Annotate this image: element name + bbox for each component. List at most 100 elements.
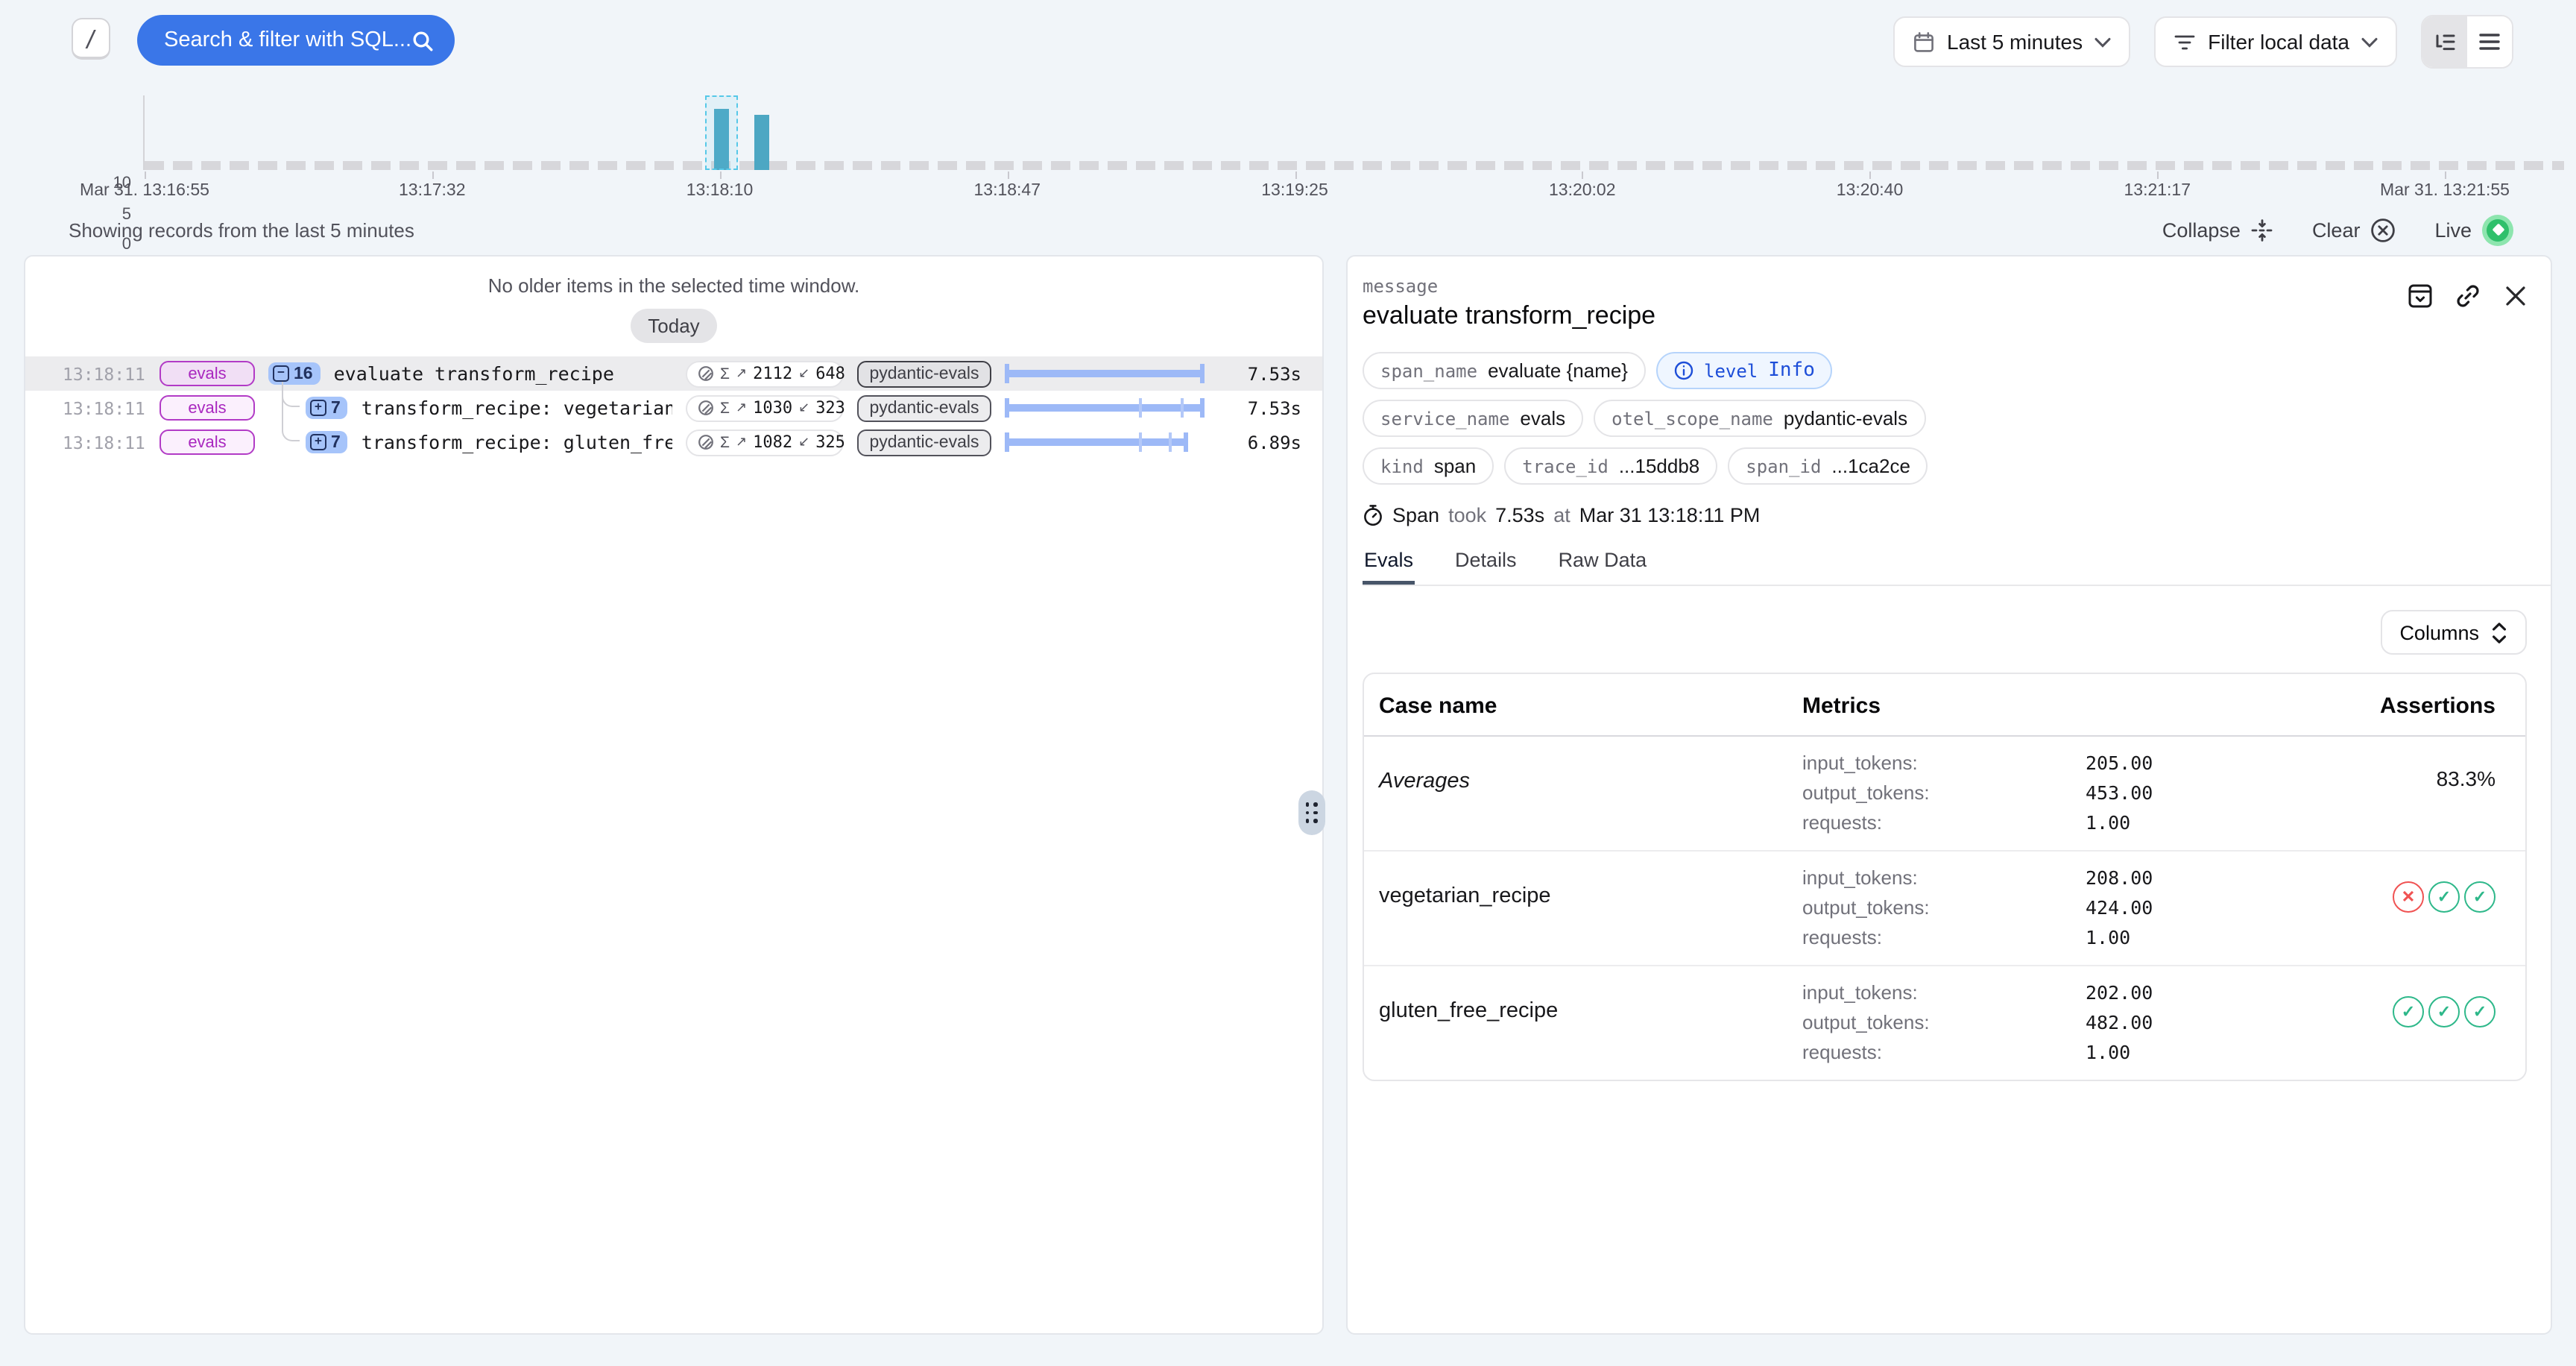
otel-scope-tag[interactable]: pydantic-evals bbox=[857, 394, 991, 421]
token-metrics-pill[interactable]: Σ ↗ 1082 ↙ 325 bbox=[686, 429, 844, 456]
clear-circle-x-icon bbox=[2370, 217, 2396, 242]
span-attributes: span_name evaluate {name} level Info bbox=[1348, 331, 2551, 485]
metric-label: requests: bbox=[1802, 923, 2086, 953]
case-name: Averages bbox=[1379, 749, 1802, 793]
trace-row[interactable]: 13:18:11 evals − 16 evaluate transform_r… bbox=[25, 356, 1322, 391]
token-coin-icon bbox=[698, 434, 714, 450]
span-duration-summary: Span took 7.53s at Mar 31 13:18:11 PM bbox=[1348, 485, 2551, 526]
metric-label: output_tokens: bbox=[1802, 1008, 2086, 1038]
chevron-down-icon bbox=[2094, 37, 2111, 47]
assertion-pass-check-icon: ✓ bbox=[2428, 996, 2460, 1027]
columns-button[interactable]: Columns bbox=[2380, 610, 2527, 655]
sigma-icon: Σ bbox=[720, 433, 730, 451]
token-metrics-pill[interactable]: Σ ↗ 2112 ↙ 648 bbox=[686, 360, 844, 387]
collapse-button[interactable]: Collapse bbox=[2162, 218, 2273, 241]
tokens-in: 1082 bbox=[753, 432, 792, 452]
trace-row[interactable]: 13:18:11 evals + 7 transform_recipe: veg… bbox=[25, 391, 1322, 425]
eval-case-row[interactable]: gluten_free_recipe input_tokens:202.00 o… bbox=[1364, 966, 2525, 1080]
attribute-pill[interactable]: span_name evaluate {name} bbox=[1363, 352, 1646, 389]
arrow-down-left-icon: ↙ bbox=[798, 365, 809, 382]
live-label: Live bbox=[2434, 218, 2472, 241]
metric-value: 1.00 bbox=[2086, 1038, 2242, 1068]
tab-raw-data[interactable]: Raw Data bbox=[1557, 549, 1649, 585]
col-assertions: Assertions bbox=[2242, 693, 2496, 719]
metric-label: requests: bbox=[1802, 808, 2086, 838]
attribute-value: Info bbox=[1768, 359, 1815, 382]
grip-dots-icon bbox=[1306, 802, 1319, 823]
time-range-button[interactable]: Last 5 minutes bbox=[1893, 16, 2130, 67]
assertion-icons: ✓✓✓ bbox=[2242, 996, 2496, 1027]
metric-value: 202.00 bbox=[2086, 978, 2242, 1008]
service-badge[interactable]: evals bbox=[160, 429, 255, 455]
today-chip[interactable]: Today bbox=[630, 309, 717, 343]
summary-timestamp: Mar 31 13:18:11 PM bbox=[1579, 504, 1761, 526]
time-range-label: Last 5 minutes bbox=[1947, 30, 2083, 54]
attribute-pill[interactable]: span_id ...1ca2ce bbox=[1728, 447, 1928, 485]
tree-view-button[interactable] bbox=[2422, 16, 2467, 67]
duration-label: 7.53s bbox=[1218, 397, 1301, 418]
attribute-pill[interactable]: service_name evals bbox=[1363, 400, 1583, 437]
showing-records-label: Showing records from the last 5 minutes bbox=[69, 218, 414, 241]
histogram-plot-area[interactable] bbox=[145, 95, 2445, 170]
tokens-out: 325 bbox=[815, 432, 845, 452]
columns-button-label: Columns bbox=[2399, 621, 2479, 643]
level-pill[interactable]: level Info bbox=[1656, 352, 1833, 389]
empty-notice: No older items in the selected time wind… bbox=[25, 274, 1322, 297]
col-case-name: Case name bbox=[1379, 693, 1802, 719]
histogram-selection-box[interactable] bbox=[706, 95, 739, 170]
filter-button[interactable]: Filter local data bbox=[2154, 16, 2397, 67]
span-count-badge[interactable]: + 7 bbox=[306, 397, 348, 419]
live-toggle[interactable]: Live bbox=[2434, 214, 2513, 245]
search-button-label: Search & filter with SQL... bbox=[164, 28, 411, 52]
summary-at-word: at bbox=[1553, 504, 1570, 526]
x-axis-tick-mark bbox=[1007, 171, 1008, 179]
service-badge[interactable]: evals bbox=[160, 361, 255, 386]
x-axis-tick-label: 13:20:02 bbox=[1549, 182, 1616, 200]
tab-evals[interactable]: Evals bbox=[1363, 549, 1415, 585]
arrow-down-left-icon: ↙ bbox=[798, 434, 809, 450]
metric-value: 205.00 bbox=[2086, 749, 2242, 778]
attribute-value: evals bbox=[1520, 407, 1565, 429]
histogram-bar[interactable] bbox=[754, 115, 768, 170]
x-axis: Mar 31. 13:16:5513:17:3213:18:1013:18:47… bbox=[145, 170, 2445, 203]
expand-square-icon: + bbox=[310, 434, 326, 450]
info-icon bbox=[1674, 361, 1693, 380]
attribute-pill[interactable]: trace_id ...15ddb8 bbox=[1504, 447, 1717, 485]
x-axis-tick-label: Mar 31. 13:21:55 bbox=[2380, 182, 2510, 200]
arrow-down-left-icon: ↙ bbox=[798, 400, 809, 416]
calendar-icon bbox=[1913, 31, 1935, 53]
close-panel-button[interactable] bbox=[2500, 280, 2530, 310]
eval-case-row[interactable]: Averages input_tokens:205.00 output_toke… bbox=[1364, 737, 2525, 852]
metric-value: 1.00 bbox=[2086, 808, 2242, 838]
arrow-up-right-icon: ↗ bbox=[736, 434, 747, 450]
otel-scope-tag[interactable]: pydantic-evals bbox=[857, 360, 991, 387]
attribute-pill[interactable]: kind span bbox=[1363, 447, 1494, 485]
assertion-pass-check-icon: ✓ bbox=[2464, 996, 2496, 1027]
metric-label: output_tokens: bbox=[1802, 893, 2086, 923]
span-count: 7 bbox=[331, 399, 341, 417]
chevron-up-down-icon bbox=[2491, 621, 2507, 643]
service-badge[interactable]: evals bbox=[160, 395, 255, 421]
eval-case-row[interactable]: vegetarian_recipe input_tokens:208.00 ou… bbox=[1364, 852, 2525, 966]
token-metrics-pill[interactable]: Σ ↗ 1030 ↙ 323 bbox=[686, 394, 844, 421]
dock-panel-button[interactable] bbox=[2405, 280, 2434, 310]
attribute-value: span bbox=[1434, 455, 1476, 477]
expand-square-icon: + bbox=[310, 400, 326, 416]
list-view-button[interactable] bbox=[2467, 16, 2512, 67]
timeline-histogram[interactable]: 10 5 0 Mar 31. 13:16:5513:17:3213:18:101… bbox=[0, 85, 2576, 192]
tab-details[interactable]: Details bbox=[1453, 549, 1518, 585]
view-mode-toggle bbox=[2421, 15, 2513, 69]
panel-resize-handle[interactable] bbox=[1298, 790, 1325, 835]
clear-button[interactable]: Clear bbox=[2312, 217, 2396, 242]
search-button[interactable]: Search & filter with SQL... bbox=[137, 15, 455, 66]
attribute-pill[interactable]: otel_scope_name pydantic-evals bbox=[1594, 400, 1925, 437]
copy-link-button[interactable] bbox=[2452, 280, 2482, 310]
collapse-square-icon: − bbox=[273, 365, 289, 382]
attribute-key: span_id bbox=[1746, 456, 1821, 476]
x-axis-tick-mark bbox=[2445, 171, 2446, 179]
x-axis-tick-mark bbox=[720, 171, 722, 179]
list-tree-icon bbox=[2434, 32, 2456, 51]
trace-row[interactable]: 13:18:11 evals + 7 transform_recipe: glu… bbox=[25, 425, 1322, 459]
otel-scope-tag[interactable]: pydantic-evals bbox=[857, 429, 991, 456]
span-count-badge[interactable]: + 7 bbox=[306, 431, 348, 453]
